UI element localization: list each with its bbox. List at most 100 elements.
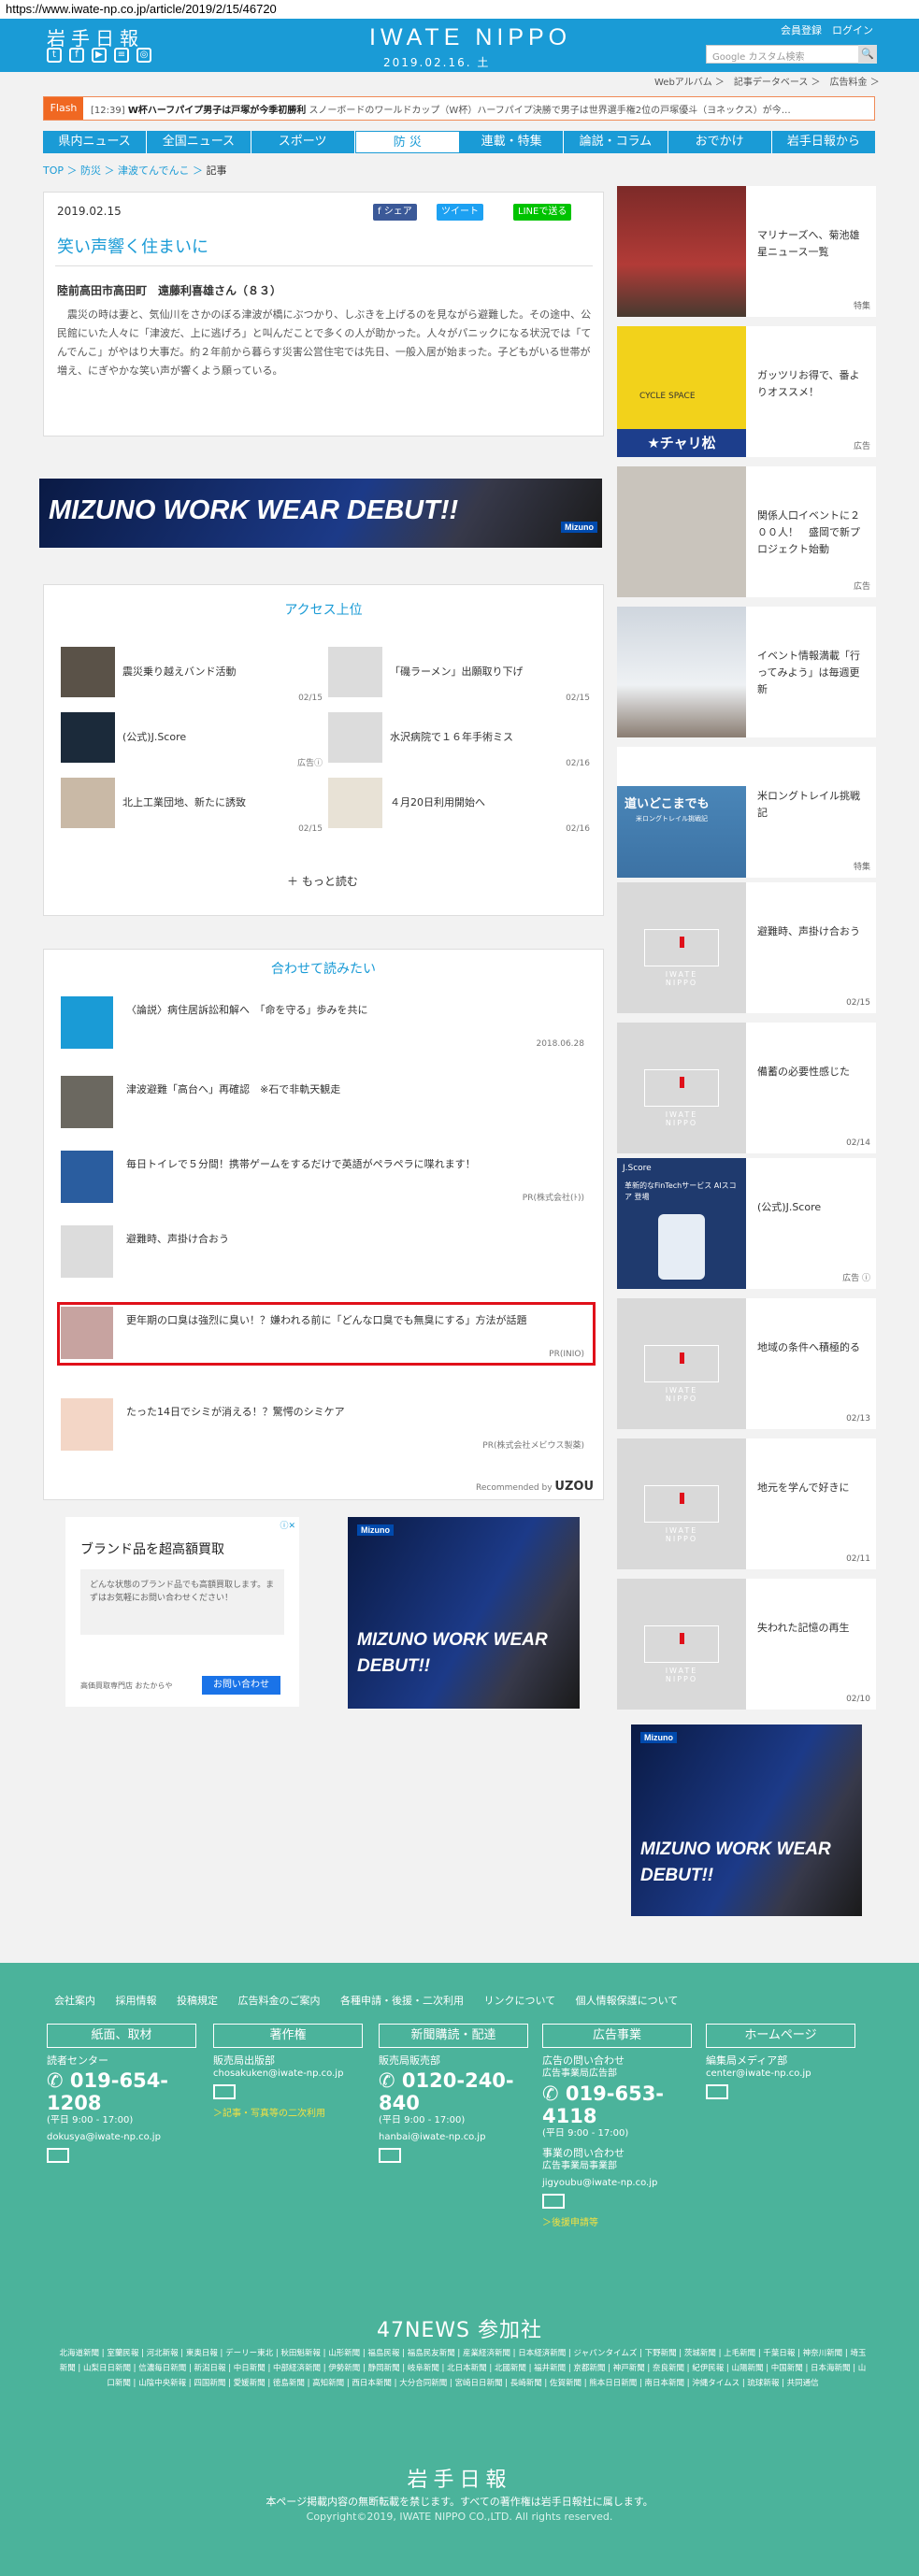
sidebar-item[interactable]: 道いどこまでも 米ロングトレイル挑戦記 米ロングトレイル挑戦記 特集 [617,747,876,878]
list-item[interactable]: 津波避難「高台へ」再確認 ※石で非軌天観走 [61,1076,594,1141]
search-button[interactable]: 🔍 [858,45,877,64]
ad-advertiser: 高価買取専門店 おたからや [80,1682,173,1690]
mail-icon[interactable] [542,2194,565,2209]
sidebar-item[interactable]: イベント情報満載「行ってみよう」は毎週更新 [617,607,876,737]
ranking-item[interactable]: 北上工業団地、新たに誘致 02/15 [61,778,323,834]
uzou-logo: UZOU [554,1480,594,1494]
mail-icon[interactable] [379,2148,401,2163]
utility-links[interactable]: Webアルバム ＞ 記事データベース ＞ 広告料金 ＞ [654,72,880,88]
email-address[interactable]: jigyoubu@iwate-np.co.jp [542,2177,692,2190]
facebook-icon[interactable]: f [69,48,84,63]
youtube-icon[interactable]: ▶ [92,48,107,63]
footer-notice: 本ページ掲載内容の無断転載を禁じます。すべての著作権は岩手日報社に属します。 [266,2496,653,2508]
sidebar-item[interactable]: IWATE NIPPO 避難時、声掛け合おう 02/15 [617,882,876,1013]
thumbnail [617,466,746,597]
list-item[interactable]: 毎日トイレで５分間！携帯ゲームをするだけで英語がペラペラに喋れます！ PR(株式… [61,1151,594,1216]
nav-item[interactable]: 連載・特集 [460,131,565,153]
footer-col-ads: 広告事業 広告の問い合わせ 広告事業局広告部 ✆ 019-653-4118 (平… [542,2024,692,2228]
email-address[interactable]: chosakuken@iwate-np.co.jp [213,2068,363,2081]
nav-item-active[interactable]: 防 災 [354,131,460,153]
footer-links[interactable]: 会社案内 採用情報 投稿規定 広告料金のご案内 各種申請・後援・二次利用 リンク… [54,1993,678,2008]
breadcrumb-top[interactable]: TOP [43,165,64,177]
flash-news[interactable]: Flash [12:39] W杯ハーフパイプ男子は戸塚が今季初勝利 スノーボード… [43,96,875,121]
footer-logo[interactable]: 岩手日報 [0,2463,919,2493]
mail-icon[interactable] [47,2148,69,2163]
phone-number[interactable]: 019-654-1208 [47,2069,168,2114]
twitter-icon[interactable]: t [47,48,62,63]
thumbnail: 道いどこまでも 米ロングトレイル挑戦記 [617,747,746,878]
instagram-icon[interactable]: ◎ [136,48,151,63]
brand-buy-ad[interactable]: ⓘ✕ ブランド品を超高額買取 どんな状態のブランド品でも高額買取します。まずはお… [65,1517,299,1707]
list-item[interactable]: たった14日でシミが消える！？驚愕のシミケア PR(株式会社メビウス製薬) [61,1398,594,1464]
news47-papers[interactable]: 北海道新聞 | 室蘭民報 | 河北新報 | 東奥日報 | デーリー東北 | 秋田… [56,2346,869,2391]
line-share-button[interactable]: LINEで送る [513,204,572,221]
phone-number[interactable]: 019-653-4118 [542,2082,664,2127]
footer-col-subscription: 新聞購読・配達 販売局販売部 ✆ 0120-240-840 (平日 9:00 -… [379,2024,528,2163]
email-address[interactable]: dokusya@iwate-np.co.jp [47,2131,196,2144]
footer-col-head[interactable]: ホームページ [706,2024,855,2048]
nav-item[interactable]: 県内ニュース [43,131,148,153]
ranking-item[interactable]: ４月20日利用開始へ 02/16 [328,778,590,834]
email-address[interactable]: center@iwate-np.co.jp [706,2068,855,2081]
footer-link[interactable]: ＞後援申請等 [542,2214,692,2228]
twitter-share-button[interactable]: ツイート [437,204,483,221]
facebook-share-button[interactable]: f シェア [373,204,417,221]
ranking-item[interactable]: 震災乗り越えバンド活動 02/15 [61,647,323,703]
mail-icon[interactable] [213,2084,236,2099]
search-input[interactable]: Google カスタム検索 [706,45,874,64]
mizuno-logo: Mizuno [640,1732,677,1743]
sidebar-item-tag: 広告 [853,582,870,592]
sidebar-item[interactable]: IWATE NIPPO 地元を学んで好きに 02/11 [617,1438,876,1569]
mizuno-square-ad[interactable]: Mizuno MIZUNO WORK WEAR DEBUT!! [348,1517,580,1709]
footer-link[interactable]: ＞記事・写真等の二次利用 [213,2105,363,2119]
placeholder-text: IWATE [665,970,698,979]
brand-title[interactable]: IWATE NIPPO [369,24,571,51]
ranking-item[interactable]: 「磯ラーメン」出願取り下げ 02/15 [328,647,590,703]
sidebar-item[interactable]: IWATE NIPPO 失われた記憶の再生 02/10 [617,1579,876,1710]
mizuno-sidebar-ad[interactable]: Mizuno MIZUNO WORK WEAR DEBUT!! [631,1724,862,1916]
nav-item[interactable]: おでかけ [668,131,772,153]
list-item[interactable]: 〈論説〉病住居訴訟和解へ 「命を守る」歩みを共に 2018.06.28 [61,996,594,1062]
recommended-by[interactable]: Recommended by UZOU [476,1480,594,1494]
footer-col-head[interactable]: 著作権 [213,2024,363,2048]
nav-item[interactable]: 岩手日報から [772,131,875,153]
sidebar-item[interactable]: J.Score 革新的なFinTechサービス AIスコア 登場 (公式)J.S… [617,1158,876,1289]
phone-icon: ✆ [542,2082,559,2105]
flash-headline[interactable]: W杯ハーフパイプ男子は戸塚が今季初勝利 [128,106,306,116]
footer-col-head[interactable]: 新聞購読・配達 [379,2024,528,2048]
list-item[interactable]: 避難時、声掛け合おう [61,1225,594,1291]
nav-item[interactable]: 全国ニュース [147,131,251,153]
phone-number[interactable]: 0120-240-840 [379,2069,514,2114]
site-logo[interactable]: 岩手日報 [47,23,144,50]
sidebar-item[interactable]: IWATE NIPPO 備蓄の必要性感じた 02/14 [617,1023,876,1153]
sidebar-item[interactable]: IWATE NIPPO 地域の条件へ積極的る 02/13 [617,1298,876,1429]
mizuno-banner-ad[interactable]: MIZUNO WORK WEAR DEBUT!! Mizuno [39,479,602,548]
ad-contact-button[interactable]: お問い合わせ [202,1676,280,1695]
nav-item[interactable]: スポーツ [251,131,355,153]
sidebar-item-tag: 02/14 [846,1138,870,1148]
placeholder-image: IWATE NIPPO [617,1579,746,1710]
nav-item[interactable]: 論説・コラム [564,131,668,153]
ad-text: 道いどこまでも [625,797,710,811]
breadcrumb-current: 記事 [206,165,227,177]
email-address[interactable]: hanbai@iwate-np.co.jp [379,2131,528,2144]
article-body: 震災の時は妻と、気仙川をさかのぼる津波が橋にぶつかり、しぶきを上げるのを見ながら… [57,308,592,377]
sidebar-item-title: 地域の条件へ積極的る [757,1341,860,1353]
rss-icon[interactable]: ≡ [114,48,129,63]
footer-col-head[interactable]: 広告事業 [542,2024,692,2048]
flash-text[interactable]: [12:39] W杯ハーフパイプ男子は戸塚が今季初勝利 スノーボードのワールドカ… [91,102,867,116]
member-links[interactable]: 会員登録 ログイン [781,22,873,37]
adchoices-icon[interactable]: ⓘ✕ [280,1519,295,1531]
sidebar-item[interactable]: CYCLE SPACE ★チャリ松 ガッツリお得で、番よりオススメ！ 広告 [617,326,876,457]
ranking-item[interactable]: (公式)J.Score 広告ⓘ [61,712,323,768]
more-button[interactable]: ＋ もっと読む [287,873,358,889]
sidebar-item[interactable]: 関係人口イベントに２００人！ 盛岡で新プロジェクト始動 広告 [617,466,876,597]
footer-col-head[interactable]: 紙面、取材 [47,2024,196,2048]
placeholder-image: IWATE NIPPO [617,1298,746,1429]
ranking-item[interactable]: 水沢病院で１６年手術ミス 02/16 [328,712,590,768]
sidebar-item[interactable]: マリナーズへ、菊池雄星ニュース一覧 特集 [617,186,876,317]
url-bar[interactable]: https://www.iwate-np.co.jp/article/2019/… [0,0,919,19]
mail-icon[interactable] [706,2084,728,2099]
breadcrumb-bousai[interactable]: 防災 [80,165,101,177]
breadcrumb-tsunami[interactable]: 津波てんでんこ [118,165,189,177]
